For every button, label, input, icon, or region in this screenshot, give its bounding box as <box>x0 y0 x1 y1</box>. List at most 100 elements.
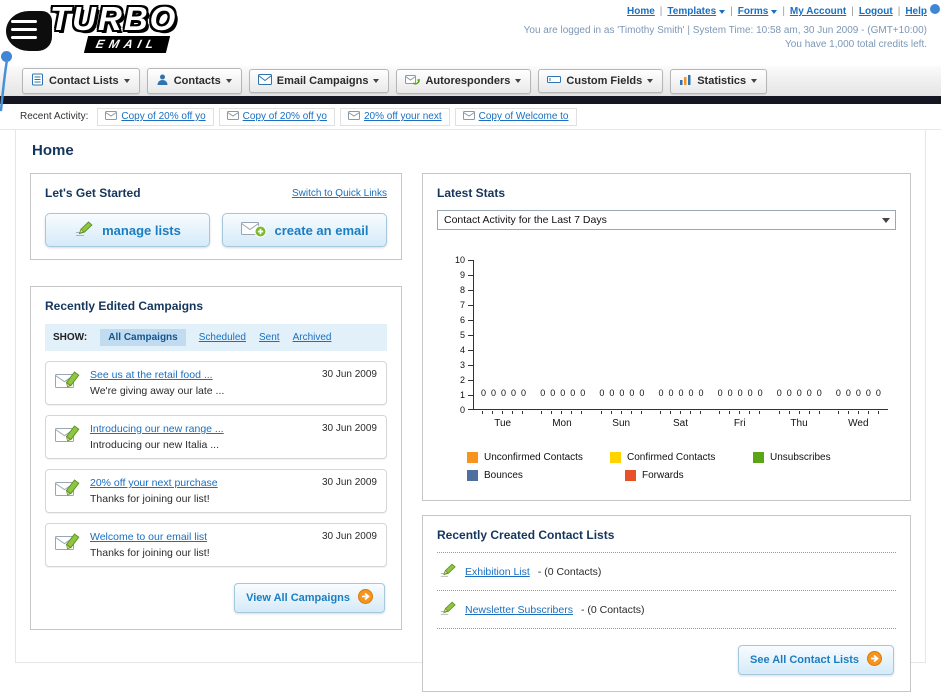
arrow-right-icon <box>867 651 882 669</box>
chart-bar-group: 00000 <box>474 388 533 409</box>
activity-link[interactable]: Copy of 20% off yo <box>121 111 205 122</box>
campaign-filters: SHOW: All Campaigns Scheduled Sent Archi… <box>45 324 387 351</box>
campaign-item[interactable]: Welcome to our email list Thanks for joi… <box>45 523 387 567</box>
contact-list-link[interactable]: Newsletter Subscribers <box>465 604 573 616</box>
campaign-subtitle: Thanks for joining our list! <box>90 493 210 505</box>
stats-title: Latest Stats <box>437 186 506 200</box>
manage-lists-button[interactable]: manage lists <box>45 213 210 247</box>
chart-value-label: 0 <box>786 388 792 398</box>
chart-plot: 00000000000000000000000000000000000 <box>473 260 888 410</box>
show-label: SHOW: <box>53 332 88 343</box>
campaign-edit-icon <box>55 369 81 393</box>
recent-activity-item[interactable]: Copy of 20% off yo <box>97 107 214 126</box>
activity-link[interactable]: Copy of 20% off yo <box>243 111 327 122</box>
campaign-title-link[interactable]: Introducing our new range ... <box>90 423 224 435</box>
switch-quick-links-link[interactable]: Switch to Quick Links <box>292 188 387 199</box>
nav-templates[interactable]: Templates <box>667 6 726 17</box>
recent-activity-item[interactable]: Copy of Welcome to <box>454 107 577 126</box>
chart-value-label: 0 <box>639 388 645 398</box>
chart-value-label: 0 <box>609 388 615 398</box>
chart-x-label: Tue <box>494 418 512 429</box>
page-title: Home <box>32 142 74 159</box>
filter-all-campaigns[interactable]: All Campaigns <box>100 329 186 346</box>
recent-activity-bar: Recent Activity: Copy of 20% off yo Copy… <box>0 104 941 130</box>
tab-contact-lists[interactable]: Contact Lists <box>22 68 140 94</box>
filter-sent[interactable]: Sent <box>259 332 280 343</box>
campaign-date: 30 Jun 2009 <box>321 477 377 488</box>
app-logo[interactable]: TURBO EMAIL <box>6 2 177 53</box>
chart-bar-group: 00000 <box>592 388 651 409</box>
chevron-down-icon <box>771 9 778 14</box>
tab-statistics[interactable]: Statistics <box>670 68 768 94</box>
tab-email-campaigns[interactable]: Email Campaigns <box>248 69 390 93</box>
recent-campaigns-panel: Recently Edited Campaigns SHOW: All Camp… <box>30 286 402 630</box>
nav-logout[interactable]: Logout <box>859 6 893 17</box>
contact-lists-panel: Recently Created Contact Lists Exhibitio… <box>422 515 911 692</box>
campaign-item[interactable]: 20% off your next purchase Thanks for jo… <box>45 469 387 513</box>
contact-list-item[interactable]: Exhibition List - (0 Contacts) <box>437 553 896 591</box>
chart-value-label: 0 <box>816 388 822 398</box>
tab-custom-fields[interactable]: Custom Fields <box>538 69 664 93</box>
campaign-subtitle: We're giving away our late ... <box>90 385 225 397</box>
dropdown-arrow-icon <box>882 217 890 223</box>
nav-help[interactable]: Help <box>905 6 927 17</box>
chart-legend: Unconfirmed Contacts Confirmed Contacts Un… <box>467 452 896 481</box>
chart-x-label: Wed <box>848 418 869 429</box>
separator: | <box>782 6 785 17</box>
chart-x-label: Thu <box>790 418 808 429</box>
separator: | <box>897 6 901 17</box>
tab-label: Email Campaigns <box>276 75 369 87</box>
envelope-plus-icon <box>240 219 267 241</box>
chart-value-label: 0 <box>717 388 723 398</box>
chart-y-tick-label: 9 <box>459 270 465 280</box>
stats-period-select[interactable]: Contact Activity for the Last 7 Days <box>437 210 896 230</box>
view-all-campaigns-button[interactable]: View All Campaigns <box>234 583 385 613</box>
login-info: You are logged in as 'Timothy Smith' | S… <box>523 25 927 36</box>
nav-home[interactable]: Home <box>627 6 655 17</box>
chart-y-tick-label: 10 <box>454 255 465 265</box>
chevron-down-icon <box>751 79 758 83</box>
campaign-subtitle: Thanks for joining our list! <box>90 547 210 559</box>
chart-value-label: 0 <box>678 388 684 398</box>
activity-link[interactable]: Copy of Welcome to <box>479 111 569 122</box>
chart-value-label: 0 <box>668 388 674 398</box>
chart-bar-group: 00000 <box>533 388 592 409</box>
chart-value-label: 0 <box>835 388 841 398</box>
tab-contacts[interactable]: Contacts <box>146 68 242 94</box>
contact-list-item[interactable]: Newsletter Subscribers - (0 Contacts) <box>437 591 896 629</box>
contact-list-count: - (0 Contacts) <box>580 603 645 616</box>
campaign-title-link[interactable]: 20% off your next purchase <box>90 477 218 489</box>
divider-bar <box>0 96 941 104</box>
columns: Let's Get Started Switch to Quick Links … <box>30 173 911 692</box>
create-email-button[interactable]: create an email <box>222 213 387 247</box>
activity-link[interactable]: 20% off your next <box>364 111 442 122</box>
chart-x-label: Sun <box>612 418 631 429</box>
filter-scheduled[interactable]: Scheduled <box>199 332 246 343</box>
nav-templates-label: Templates <box>667 6 717 17</box>
campaign-edit-icon <box>55 531 81 555</box>
chart-value-label: 0 <box>796 388 802 398</box>
see-all-contact-lists-button[interactable]: See All Contact Lists <box>737 645 894 675</box>
legend-item: Forwards <box>625 470 783 481</box>
campaign-title-link[interactable]: Welcome to our email list <box>90 531 210 543</box>
recent-activity-item[interactable]: Copy of 20% off yo <box>218 107 335 126</box>
pencil-icon <box>439 562 457 581</box>
chart-y-axis: 0 1 2 3 4 5 6 7 8 9 10 <box>437 255 473 415</box>
nav-forms[interactable]: Forms <box>738 6 778 17</box>
recent-activity-item[interactable]: 20% off your next <box>339 107 450 126</box>
chart-x-label: Sat <box>672 418 688 429</box>
separator: | <box>851 6 854 17</box>
contact-list-link[interactable]: Exhibition List <box>465 566 530 578</box>
autoresponder-icon <box>405 74 421 89</box>
chart-value-label: 0 <box>875 388 881 398</box>
campaign-item[interactable]: See us at the retail food ... We're givi… <box>45 361 387 405</box>
tab-autoresponders[interactable]: Autoresponders <box>396 68 532 94</box>
filter-archived[interactable]: Archived <box>293 332 332 343</box>
campaign-title-link[interactable]: See us at the retail food ... <box>90 369 224 381</box>
chart-value-label: 0 <box>855 388 861 398</box>
campaign-item[interactable]: Introducing our new range ... Introducin… <box>45 415 387 459</box>
pencil-icon <box>439 600 457 619</box>
nav-my-account[interactable]: My Account <box>790 6 846 17</box>
campaign-text: Welcome to our email list Thanks for joi… <box>90 531 210 559</box>
campaign-text: See us at the retail food ... We're givi… <box>90 369 224 397</box>
